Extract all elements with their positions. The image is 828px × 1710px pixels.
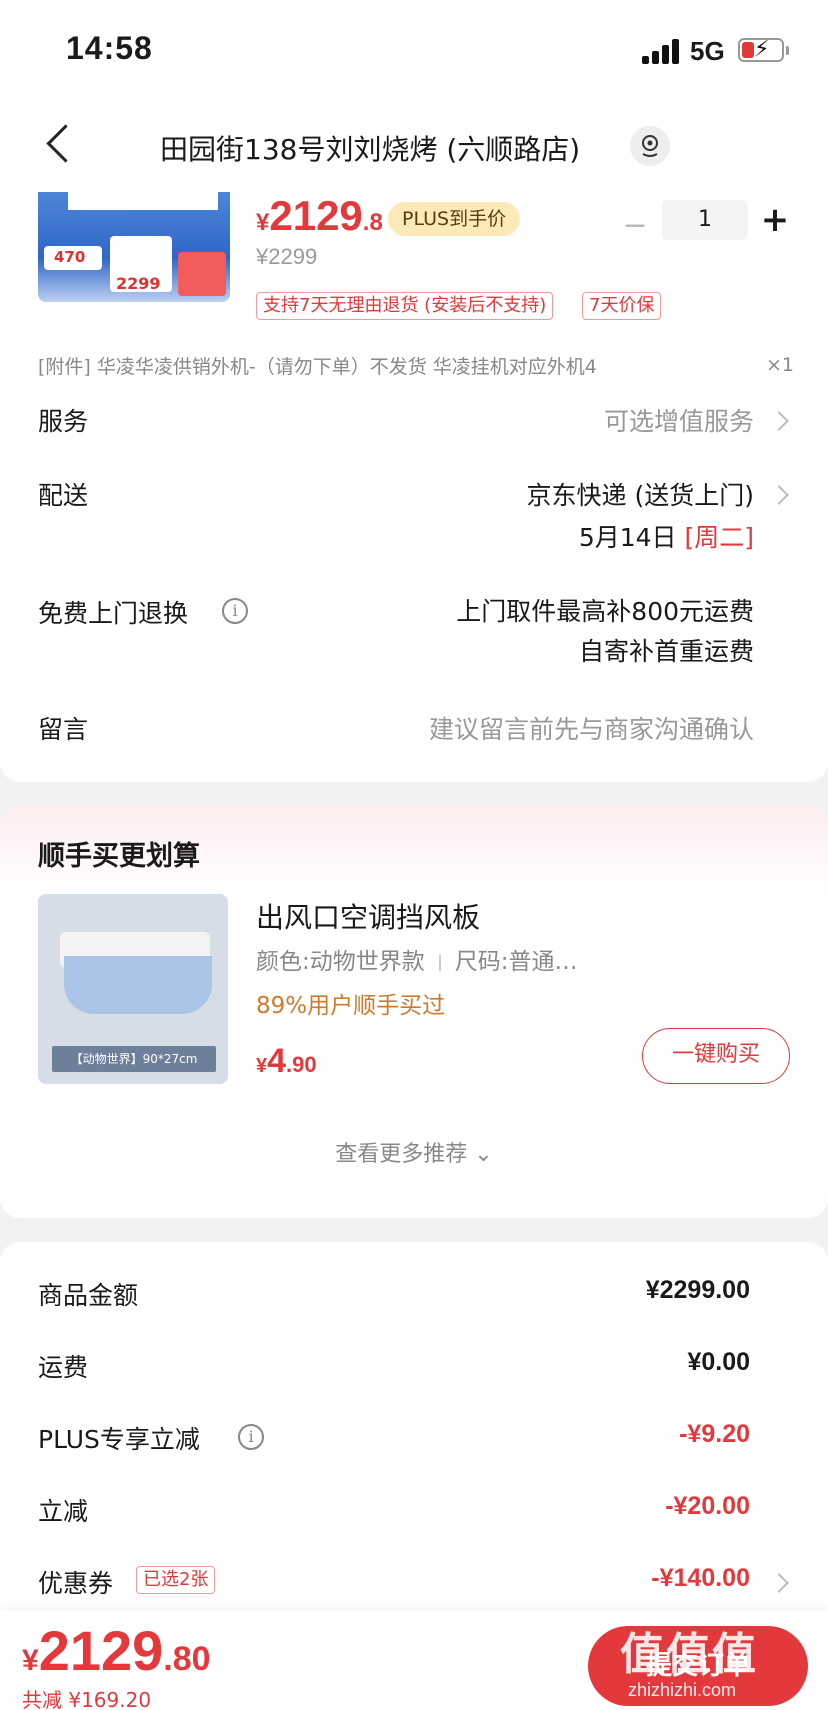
return-policy-tag: 支持7天无理由退货 (安装后不支持) [256, 292, 554, 320]
battery-tip [786, 46, 789, 55]
plus-discount-value: -¥9.20 [679, 1420, 750, 1448]
message-label: 留言 [38, 715, 89, 744]
product-price: ¥2129.8 [256, 192, 383, 239]
page-title: 田园街138号刘刘烧烤 (六顺路店) [160, 133, 581, 166]
delivery-label: 配送 [38, 481, 89, 510]
service-label: 服务 [38, 407, 89, 436]
back-icon[interactable] [40, 122, 80, 172]
accessory-item: [附件] 华凌华凌供销外机-（请勿下单）不发货 华凌挂机对应外机4 [38, 356, 597, 378]
recommend-image[interactable]: 【动物世界】90*27cm [38, 894, 228, 1084]
shipping-label: 运费 [38, 1353, 89, 1382]
image-caption: 【动物世界】90*27cm [52, 1046, 216, 1072]
info-icon[interactable]: i [238, 1424, 264, 1450]
quantity-minus-button[interactable]: − [620, 208, 650, 243]
quantity-plus-button[interactable]: + [758, 200, 792, 240]
location-button[interactable] [630, 126, 670, 166]
instant-discount-label: 立减 [38, 1497, 89, 1526]
recommend-item-name[interactable]: 出风口空调挡风板 [256, 896, 480, 936]
network-type: 5G [690, 36, 725, 66]
recommend-spec: 颜色:动物世界款 尺码:普通… [256, 949, 578, 975]
price-summary-card: 商品金额 ¥2299.00 运费 ¥0.00 PLUS专享立减 i -¥9.20… [0, 1242, 828, 1622]
plus-price-tag: PLUS到手价 [388, 202, 521, 236]
chevron-down-icon: ⌄ [474, 1142, 493, 1167]
chevron-right-icon [769, 1573, 789, 1593]
chevron-right-icon [769, 485, 789, 505]
recommend-card: 顺手买更划算 【动物世界】90*27cm 出风口空调挡风板 颜色:动物世界款 尺码… [0, 806, 828, 1218]
return-value-1: 上门取件最高补800元运费 [456, 597, 754, 626]
plus-discount-label: PLUS专享立减 [38, 1425, 200, 1454]
delivery-value[interactable]: 京东快递 (送货上门) [527, 476, 754, 512]
product-image[interactable]: 470 2299 [38, 192, 230, 302]
info-icon[interactable]: i [222, 598, 248, 624]
image-text-2: 2299 [116, 274, 161, 293]
watermark: 值值值 zhizhizhi.com [620, 1618, 820, 1710]
accessory-count: ×1 [766, 354, 795, 376]
price-protect-tag: 7天价保 [582, 292, 662, 320]
location-pin-icon [642, 135, 658, 157]
more-recommend-link[interactable]: 查看更多推荐 ⌄ [0, 1136, 828, 1168]
coupon-selected-tag: 已选2张 [136, 1566, 216, 1594]
watermark-url: zhizhizhi.com [628, 1680, 737, 1700]
total-reduce: 共减 ¥169.20 [22, 1688, 152, 1710]
battery-icon: ⚡ [738, 37, 784, 62]
coupon-label: 优惠券 [38, 1569, 114, 1598]
instant-discount-value: -¥20.00 [665, 1492, 750, 1520]
recommend-stat: 89%用户顺手买过 [256, 993, 446, 1019]
watermark-logo: 值值值 [620, 1629, 758, 1680]
free-return-label: 免费上门退换 [38, 599, 189, 628]
chevron-right-icon [769, 411, 789, 431]
delivery-date: 5月14日 [周二] [578, 523, 754, 552]
image-text-1: 470 [54, 248, 86, 266]
original-price: ¥2299 [256, 244, 318, 269]
status-time: 14:58 [66, 30, 153, 66]
product-card: 470 2299 ¥2129.8 PLUS到手价 ¥2299 − 1 + 支持7… [0, 192, 828, 782]
recommend-price: ¥4.90 [256, 1042, 317, 1080]
nav-bar: 田园街138号刘刘烧烤 (六顺路店) [0, 100, 828, 192]
status-bar: 14:58 5G ⚡ [0, 0, 828, 100]
one-click-buy-button[interactable]: 一键购买 [642, 1028, 790, 1084]
goods-amount-value: ¥2299.00 [645, 1276, 750, 1304]
message-input[interactable]: 建议留言前先与商家沟通确认 [429, 710, 754, 746]
recommend-title: 顺手买更划算 [38, 841, 200, 872]
return-value-2: 自寄补首重运费 [578, 637, 754, 666]
coupon-value[interactable]: -¥140.00 [651, 1564, 750, 1593]
service-value[interactable]: 可选增值服务 [604, 402, 754, 438]
total-price: ¥2129.80 [22, 1619, 211, 1682]
goods-amount-label: 商品金额 [38, 1281, 139, 1310]
quantity-input[interactable]: 1 [662, 200, 748, 240]
shipping-value: ¥0.00 [687, 1348, 750, 1376]
signal-icon [642, 38, 680, 64]
